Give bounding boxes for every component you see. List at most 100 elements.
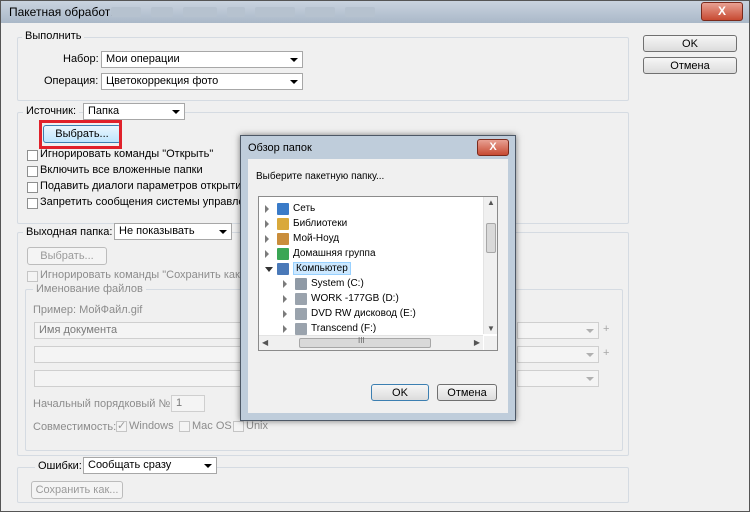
scroll-corner — [484, 336, 497, 350]
save-as-log-button[interactable]: Сохранить как... — [31, 481, 123, 499]
suppress-color-warnings-label: Запретить сообщения системы управления — [40, 196, 263, 208]
source-select[interactable]: Папка — [83, 103, 185, 120]
naming-field-4[interactable] — [517, 346, 599, 363]
compat-unix-label: Unix — [246, 420, 269, 432]
ghost-menu-item — [255, 7, 295, 17]
browse-body: Выберите пакетную папку... Сеть Библиотек… — [248, 159, 508, 413]
compat-windows-checkbox[interactable] — [116, 419, 127, 432]
compat-macos-checkbox[interactable] — [179, 421, 190, 432]
network-icon — [277, 203, 289, 215]
example-label: Пример: МойФайл.gif — [33, 304, 143, 316]
include-subfolders-checkbox[interactable] — [27, 166, 38, 177]
scroll-right-icon[interactable]: ▶ — [474, 338, 480, 347]
suppress-open-options-label: Подавить диалоги параметров открытия ф — [40, 180, 260, 192]
chevron-down-icon — [586, 353, 594, 357]
set-label: Набор: — [63, 53, 99, 65]
browse-ok-button[interactable]: OK — [371, 384, 429, 401]
window-close-button[interactable]: X — [701, 2, 743, 21]
set-select[interactable]: Мои операции — [101, 51, 303, 68]
scroll-grip: III — [358, 336, 365, 345]
expand-icon[interactable] — [283, 310, 287, 318]
tree-item-label: Transcend (F:) — [311, 323, 377, 334]
expand-icon[interactable] — [283, 295, 287, 303]
run-legend: Выполнить — [22, 30, 85, 42]
drive-icon — [295, 293, 307, 305]
naming-field-1-value: Имя документа — [39, 324, 118, 336]
browse-prompt: Выберите пакетную папку... — [256, 171, 385, 182]
scroll-thumb[interactable] — [486, 223, 496, 253]
naming-field-3[interactable] — [34, 346, 260, 363]
scroll-left-icon[interactable]: ◀ — [262, 338, 268, 347]
naming-field-2[interactable] — [517, 322, 599, 339]
start-serial-input[interactable]: 1 — [171, 395, 205, 412]
removable-drive-icon — [295, 323, 307, 335]
destination-choose-button[interactable]: Выбрать... — [27, 247, 107, 265]
ignore-open-label: Игнорировать команды "Открыть" — [40, 148, 214, 160]
tree-vertical-scrollbar[interactable]: ▲ ▼ — [483, 197, 497, 334]
chevron-down-icon — [586, 377, 594, 381]
tree-horizontal-scrollbar[interactable]: ◀ III ▶ — [259, 335, 483, 350]
tree-item-label: Библиотеки — [293, 218, 348, 229]
file-naming-legend: Именование файлов — [33, 283, 146, 295]
ok-button[interactable]: OK — [643, 35, 737, 52]
ghost-menu-item — [305, 7, 335, 17]
scroll-down-icon[interactable]: ▼ — [487, 324, 495, 333]
title-bar: Пакетная обработка X — [1, 1, 749, 23]
expand-icon[interactable] — [283, 280, 287, 288]
add-naming-plus[interactable]: + — [603, 323, 609, 335]
chevron-down-icon — [290, 58, 298, 62]
ghost-menu-item — [183, 7, 217, 17]
errors-select[interactable]: Сообщать сразу — [83, 457, 217, 474]
user-folder-icon — [277, 233, 289, 245]
expand-icon[interactable] — [283, 325, 287, 333]
computer-icon — [277, 263, 289, 275]
ignore-save-as-checkbox[interactable] — [27, 271, 38, 282]
expand-icon[interactable] — [265, 220, 269, 228]
add-naming-plus[interactable]: + — [603, 347, 609, 359]
action-label: Операция: — [44, 75, 99, 87]
naming-field-6[interactable] — [517, 370, 599, 387]
cancel-button[interactable]: Отмена — [643, 57, 737, 74]
expand-icon[interactable] — [265, 250, 269, 258]
tree-item-label: Домашняя группа — [293, 248, 376, 259]
ghost-menu-item — [227, 7, 245, 17]
compat-windows-label: Windows — [129, 420, 174, 432]
action-value: Цветокоррекция фото — [106, 75, 219, 87]
highlight-box — [39, 120, 122, 149]
scroll-up-icon[interactable]: ▲ — [487, 198, 495, 207]
compat-macos-label: Mac OS — [192, 420, 232, 432]
scroll-thumb[interactable]: III — [299, 336, 431, 348]
collapse-icon[interactable] — [265, 267, 273, 272]
destination-select[interactable]: Не показывать — [114, 223, 232, 240]
tree-item-label: DVD RW дисковод (E:) — [311, 308, 416, 319]
browse-folder-dialog: Обзор папок X Выберите пакетную папку...… — [240, 135, 516, 421]
ignore-save-as-label: Игнорировать команды "Сохранить как" — [40, 269, 244, 281]
destination-value: Не показывать — [119, 225, 195, 237]
homegroup-icon — [277, 248, 289, 260]
ignore-open-checkbox[interactable] — [27, 150, 38, 161]
naming-field-5[interactable] — [34, 370, 260, 387]
tree-item-label: Мой-Ноуд — [293, 233, 340, 244]
ghost-menu-item — [345, 7, 375, 17]
errors-value: Сообщать сразу — [88, 459, 172, 471]
dvd-drive-icon — [295, 308, 307, 320]
suppress-color-warnings-checkbox[interactable] — [27, 198, 38, 209]
compat-unix-checkbox[interactable] — [233, 421, 244, 432]
folder-tree[interactable]: Сеть Библиотеки Мой-Ноуд Домашняя группа Ком… — [258, 196, 498, 351]
naming-field-1[interactable]: Имя документа — [34, 322, 260, 339]
suppress-open-options-checkbox[interactable] — [27, 182, 38, 193]
system-drive-icon — [295, 278, 307, 290]
tree-item-label: System (C:) — [311, 278, 364, 289]
errors-label: Ошибки: — [35, 460, 85, 472]
expand-icon[interactable] — [265, 235, 269, 243]
action-select[interactable]: Цветокоррекция фото — [101, 73, 303, 90]
run-group — [17, 37, 629, 101]
chevron-down-icon — [172, 110, 180, 114]
expand-icon[interactable] — [265, 205, 269, 213]
browse-cancel-button[interactable]: Отмена — [437, 384, 497, 401]
browse-close-button[interactable]: X — [477, 139, 509, 156]
tree-item-label: WORK -177GB (D:) — [311, 293, 399, 304]
browse-title: Обзор папок — [248, 142, 312, 154]
chevron-down-icon — [219, 230, 227, 234]
start-serial-label: Начальный порядковый №: — [33, 398, 174, 410]
